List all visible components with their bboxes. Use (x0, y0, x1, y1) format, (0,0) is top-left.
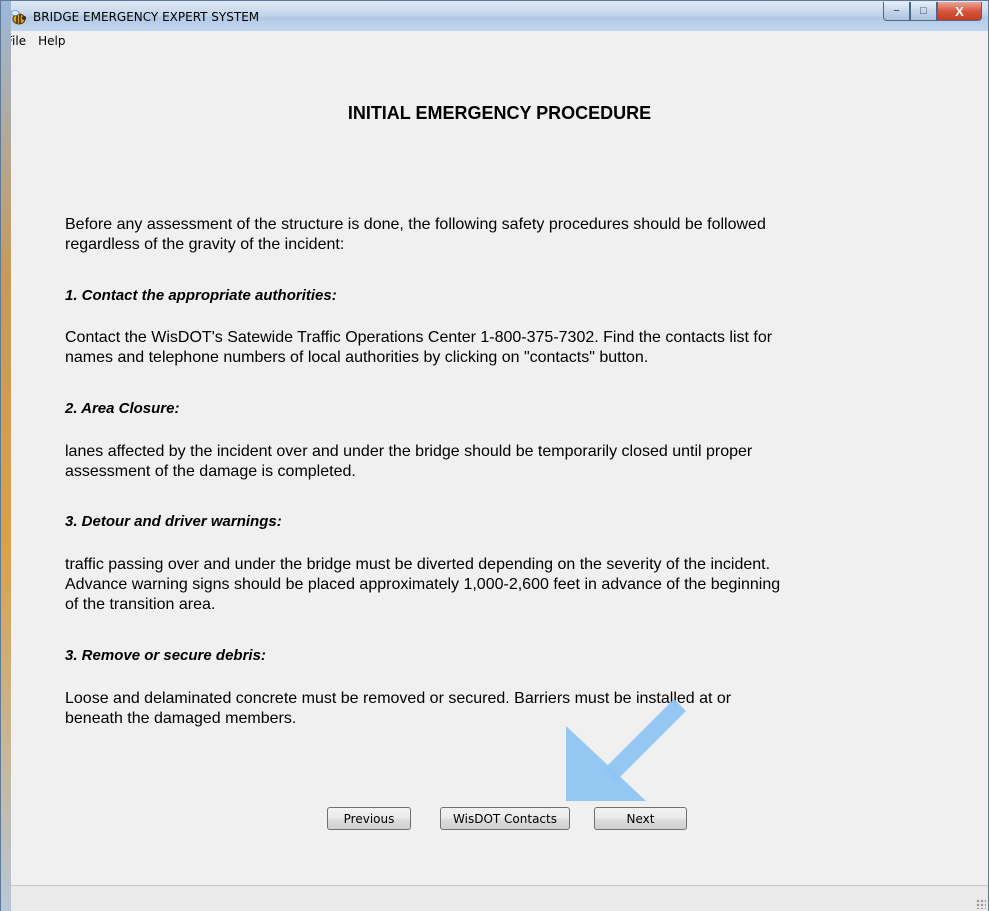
window-title: BRIDGE EMERGENCY EXPERT SYSTEM (33, 10, 260, 24)
pointer-arrow-icon (566, 699, 686, 801)
page-title: INITIAL EMERGENCY PROCEDURE (347, 103, 652, 123)
menu-help[interactable]: Help (38, 34, 65, 48)
section-text-closure: lanes affected by the incident over and … (65, 442, 955, 482)
title-bar[interactable]: BRIDGE EMERGENCY EXPERT SYSTEM − □ X (1, 1, 988, 31)
previous-button[interactable]: Previous (327, 807, 411, 830)
section-text-authorities: Contact the WisDOT's Satewide Traffic Op… (65, 328, 955, 368)
section-line: beneath the damaged members. (65, 710, 297, 727)
section-line: assessment of the damage is completed. (65, 463, 356, 480)
status-bar (11, 885, 988, 911)
section-line: Advance warning signs should be placed a… (65, 576, 781, 593)
minimize-button[interactable]: − (883, 2, 910, 21)
menu-bar: File Help (2, 31, 988, 51)
section-line: of the transition area. (65, 596, 216, 613)
maximize-button[interactable]: □ (910, 2, 937, 21)
section-title-authorities: 1. Contact the appropriate authorities: (65, 287, 337, 304)
section-title-debris: 3. Remove or secure debris: (65, 647, 266, 664)
window-controls: − □ X (883, 2, 982, 22)
minimize-icon: − (893, 5, 900, 17)
section-line: names and telephone numbers of local aut… (65, 349, 649, 366)
intro-line: regardless of the gravity of the inciden… (65, 236, 345, 253)
section-text-debris: Loose and delaminated concrete must be r… (65, 689, 955, 729)
section-line: traffic passing over and under the bridg… (65, 556, 771, 573)
window-left-border (1, 1, 11, 911)
section-text-detour: traffic passing over and under the bridg… (65, 555, 955, 615)
section-line: lanes affected by the incident over and … (65, 443, 753, 460)
app-window: BRIDGE EMERGENCY EXPERT SYSTEM − □ X Fil… (0, 0, 989, 911)
wisdot-contacts-button[interactable]: WisDOT Contacts (440, 807, 570, 830)
section-line: Loose and delaminated concrete must be r… (65, 690, 732, 707)
content-panel: INITIAL EMERGENCY PROCEDURE Before any a… (11, 51, 988, 885)
section-line: Contact the WisDOT's Satewide Traffic Op… (65, 329, 773, 346)
bee-app-icon (10, 10, 26, 25)
maximize-icon: □ (920, 5, 927, 17)
intro-line: Before any assessment of the structure i… (65, 216, 766, 233)
section-title-closure: 2. Area Closure: (65, 400, 180, 417)
close-button[interactable]: X (937, 2, 982, 21)
next-button[interactable]: Next (594, 807, 687, 830)
section-title-detour: 3. Detour and driver warnings: (65, 513, 282, 530)
close-icon: X (955, 3, 964, 19)
resize-grip-icon[interactable] (976, 899, 986, 909)
intro-paragraph: Before any assessment of the structure i… (65, 215, 955, 255)
